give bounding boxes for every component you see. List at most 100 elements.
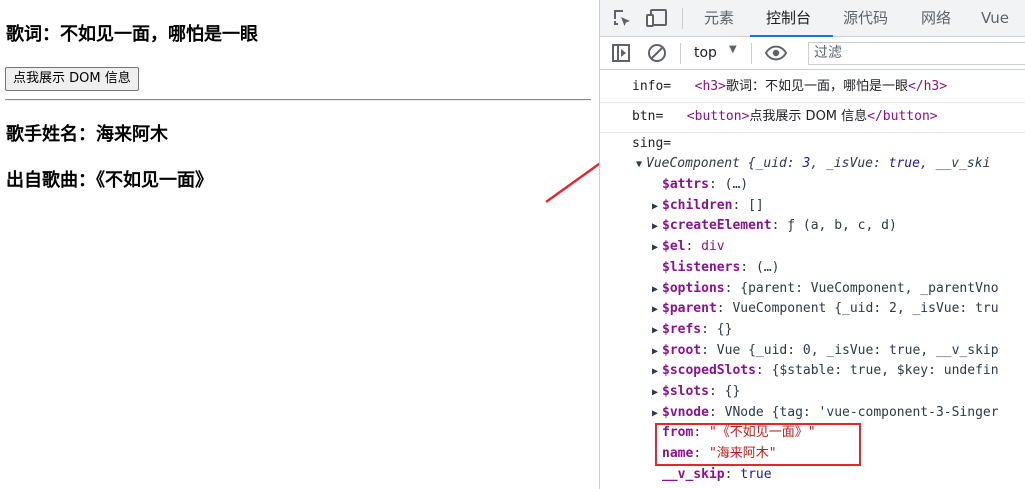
html-text: 点我展示 DOM 信息 [749, 109, 868, 124]
property-value: Vue {_uid: 0, _isVue: true, __v_skip [716, 342, 999, 358]
property-row-vnode[interactable]: ▶ $vnode: VNode {tag: 'vue-component-3-Si… [652, 403, 999, 424]
property-row-scopedslots[interactable]: ▶ $scopedSlots: {$stable: true, $key: und… [652, 361, 999, 382]
expand-triangle-icon[interactable]: ▶ [652, 404, 662, 424]
devtools-panel: 元素 控制台 源代码 网络 Vue top ▼ 过滤 info= <h3>歌词：… [599, 0, 1025, 489]
expand-triangle-icon[interactable]: ▶ [652, 383, 662, 403]
tab-console[interactable]: 控制台 [766, 0, 811, 37]
property-value: {} [716, 321, 733, 337]
tab-elements[interactable]: 元素 [704, 0, 734, 37]
expand-triangle-icon[interactable]: ▶ [652, 238, 662, 258]
component-header[interactable]: ▼ VueComponent {_uid: 3, _isVue: true, __… [636, 154, 990, 175]
rendered-page: 歌词：不如见一面，哪怕是一眼 点我展示 DOM 信息 歌手姓名：海来阿木 出自歌… [0, 0, 618, 489]
log-label: info= [632, 79, 672, 94]
annotation-highlight-box [655, 423, 861, 466]
property-colon: : [708, 404, 725, 420]
filter-input[interactable]: 过滤 [808, 42, 1025, 65]
property-colon: : [755, 363, 772, 379]
show-dom-info-button[interactable]: 点我展示 DOM 信息 [5, 67, 139, 91]
property-value[interactable]: (…) [725, 177, 748, 192]
console-output: info= <h3>歌词：不如见一面，哪怕是一眼</h3> btn= <butt… [600, 71, 1025, 489]
live-expression-eye-icon[interactable] [765, 42, 787, 64]
console-log-sing: sing= [632, 136, 672, 151]
property-value: true [740, 466, 772, 482]
devtools-tabbar: 元素 控制台 源代码 网络 Vue [600, 0, 1025, 37]
property-key: $options [662, 280, 725, 296]
inspect-element-icon[interactable] [611, 7, 633, 29]
tab-sources[interactable]: 源代码 [843, 0, 888, 37]
property-colon: : [771, 218, 788, 234]
sidebar-toggle-icon[interactable] [610, 42, 632, 64]
property-row-vskip[interactable]: __v_skip: true [652, 465, 772, 485]
html-tag-close: </button> [867, 109, 938, 124]
property-row-listeners[interactable]: $listeners: (…) [652, 258, 779, 278]
context-selector[interactable]: top [694, 43, 717, 64]
log-divider [600, 132, 1025, 133]
property-value: div [701, 239, 725, 255]
expand-triangle-icon[interactable]: ▶ [652, 300, 662, 320]
component-isvue: true [888, 156, 920, 171]
property-colon: : [732, 197, 749, 213]
property-key: $slots [662, 384, 709, 399]
expand-triangle-icon[interactable]: ▶ [652, 321, 662, 341]
property-row-el[interactable]: ▶ $el: div [652, 237, 725, 258]
property-key: $attrs [662, 177, 709, 192]
expanded-triangle-icon[interactable]: ▼ [636, 155, 646, 175]
console-log-info: info= <h3>歌词：不如见一面，哪怕是一眼</h3> [632, 77, 947, 97]
property-key: $refs [662, 321, 702, 337]
property-colon: : [724, 466, 741, 482]
component-preview: , _isVue: [810, 156, 889, 171]
horizontal-rule [5, 99, 591, 101]
log-divider [600, 102, 1025, 103]
html-tag-close: </h3> [907, 79, 948, 94]
expand-triangle-icon[interactable]: ▶ [652, 280, 662, 300]
expand-triangle-icon[interactable]: ▶ [652, 217, 662, 237]
tab-network[interactable]: 网络 [921, 0, 951, 37]
song-source-heading: 出自歌曲：《不如见一面》 [6, 170, 213, 191]
property-row-children[interactable]: ▶ $children: [] [652, 196, 764, 217]
property-value: ƒ (a, b, c, d) [787, 218, 897, 234]
expand-triangle-icon[interactable]: ▶ [652, 342, 662, 362]
console-log-btn: btn= <button>点我展示 DOM 信息</button> [632, 107, 938, 127]
toolbar-divider [751, 43, 752, 64]
tab-vue[interactable]: Vue [981, 0, 1009, 37]
device-toolbar-icon[interactable] [646, 7, 668, 29]
property-value: {parent: VueComponent, _parentVno [740, 280, 999, 296]
property-value: VNode {tag: 'vue-component-3-Singer [724, 404, 999, 420]
component-preview: , __v_ski [919, 156, 991, 171]
property-row-parent[interactable]: ▶ $parent: VueComponent {_uid: 2, _isVue:… [652, 299, 999, 320]
property-row-attrs[interactable]: $attrs: (…) [652, 175, 748, 195]
property-colon: : [685, 239, 702, 255]
property-key: $parent [662, 301, 717, 317]
property-colon: : [724, 280, 741, 296]
expand-triangle-icon[interactable]: ▶ [652, 362, 662, 382]
property-key: $root [662, 342, 702, 358]
property-row-refs[interactable]: ▶ $refs: {} [652, 320, 732, 341]
expand-triangle-icon[interactable]: ▶ [652, 197, 662, 217]
console-toolbar: top ▼ 过滤 [600, 37, 1025, 70]
property-colon: : [701, 342, 717, 358]
property-value: VueComponent {_uid: 2, _isVue: tru [732, 301, 999, 317]
property-key: $vnode [662, 404, 709, 420]
property-value: {$stable: true, $key: undefin [771, 363, 999, 379]
component-name: VueComponent [646, 156, 740, 171]
property-row-slots[interactable]: ▶ $slots: {} [652, 382, 740, 403]
chevron-down-icon[interactable]: ▼ [729, 44, 737, 55]
property-colon: : [708, 384, 725, 399]
property-row-createelement[interactable]: ▶ $createElement: ƒ (a, b, c, d) [652, 216, 897, 237]
property-colon: : [740, 259, 756, 275]
html-tag-open[interactable]: <h3> [695, 79, 726, 94]
property-colon: : [708, 177, 725, 192]
lyrics-heading: 歌词：不如见一面，哪怕是一眼 [6, 24, 258, 45]
property-key: $el [662, 239, 686, 255]
clear-console-icon[interactable] [646, 42, 668, 64]
log-label: btn= [632, 109, 664, 124]
property-colon: : [716, 301, 733, 317]
property-key: $scopedSlots [662, 363, 756, 379]
html-tag-open[interactable]: <button> [687, 109, 750, 124]
toolbar-divider [680, 43, 681, 64]
property-value[interactable]: (…) [756, 260, 779, 275]
property-key: __v_skip [662, 466, 725, 482]
property-row-options[interactable]: ▶ $options: {parent: VueComponent, _paren… [652, 279, 999, 300]
component-preview: {_uid: [739, 156, 803, 171]
property-row-root[interactable]: ▶ $root: Vue {_uid: 0, _isVue: true, __v_… [652, 341, 999, 362]
